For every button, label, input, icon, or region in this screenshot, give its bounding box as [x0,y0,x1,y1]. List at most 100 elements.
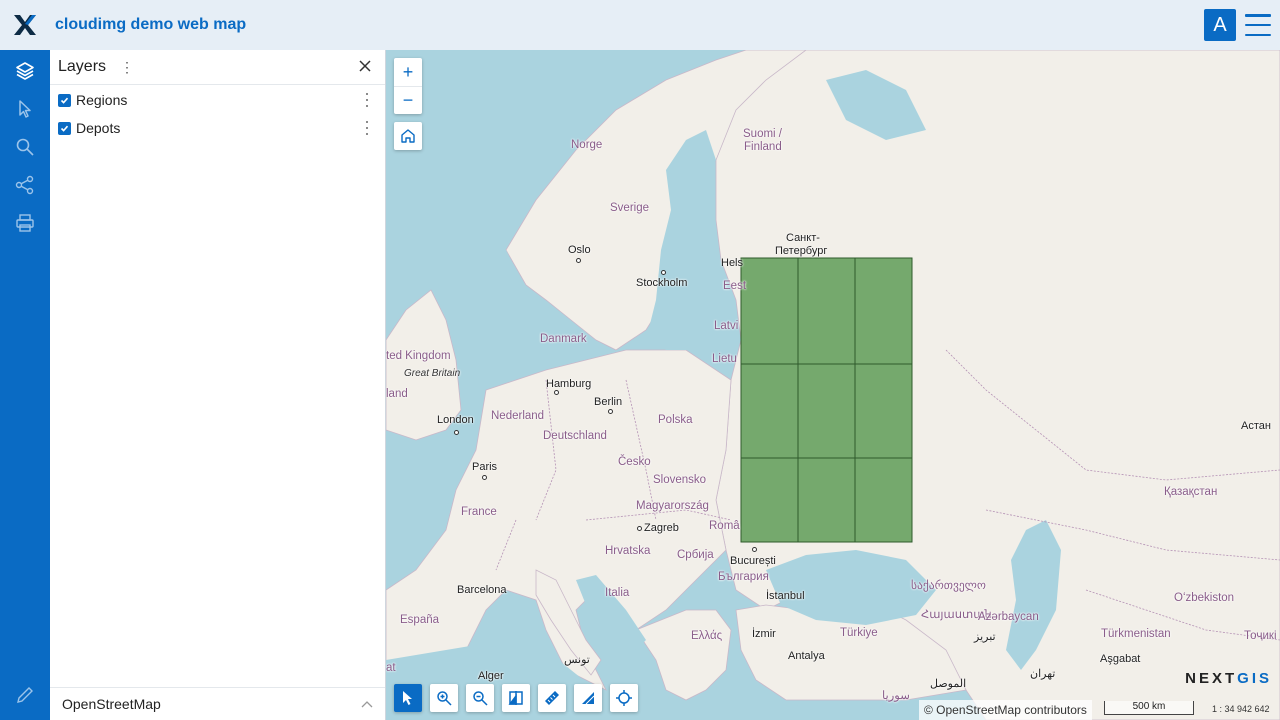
home-extent-button[interactable] [394,122,422,150]
region-cell[interactable] [797,457,856,543]
map-attribution[interactable]: © OpenStreetMap contributors [919,700,1092,720]
sidebar-item-edit[interactable] [0,676,50,714]
map-label: ted Kingdom [386,350,451,362]
map-label: Hels [721,257,744,269]
crosshair-icon [616,690,632,706]
layer-label: Depots [76,120,121,136]
sidebar-item-print[interactable] [0,204,50,242]
layer-checkbox[interactable] [58,121,71,135]
map-label: Oslo [568,244,591,256]
app-title: cloudimg demo web map [55,16,247,33]
hamburger-menu-icon[interactable] [1244,12,1272,38]
map-label: تونس [564,654,590,666]
map-label: București [730,555,776,567]
map-label: Great Britain [404,368,461,379]
panel-options-icon[interactable]: ⋮ [120,60,134,74]
map-label: France [461,506,497,518]
map-label: Hamburg [546,378,592,390]
region-cell[interactable] [854,457,913,543]
zoom-out-icon [473,691,488,706]
map-label: Sverige [610,202,649,214]
measure-area-button[interactable] [574,684,602,712]
map-label: Астан [1241,420,1271,432]
map-label: Polska [658,414,693,426]
swipe-tool-button[interactable] [502,684,530,712]
region-cell[interactable] [797,257,856,365]
region-cell[interactable] [740,363,799,459]
map-toolbar [394,684,638,712]
map-label: Barcelona [457,584,507,596]
map-label: Danmark [540,333,587,345]
layer-item-depots[interactable]: Depots [50,114,385,142]
zoom-out-button[interactable]: − [394,86,422,114]
map-label: Nederland [491,410,545,422]
basemap-selector[interactable]: OpenStreetMap [50,687,385,720]
map-label: الموصل [930,678,967,690]
map-label: Петербург [775,245,828,257]
app-header: cloudimg demo web map A [0,0,1280,50]
map-label: España [400,614,440,626]
sidebar-item-share[interactable] [0,166,50,204]
city-dot [576,258,581,263]
map-view[interactable]: Norge Sverige Suomi / Finland Санкт- Пет… [386,50,1280,720]
city-dot [482,475,487,480]
ruler-icon [545,691,559,705]
region-cell[interactable] [854,363,913,459]
map-label: Санкт- [786,232,820,244]
map-label: تبریز [974,631,996,643]
nextgis-brand: NEXTGIS [1185,670,1272,687]
pencil-icon [17,687,33,703]
map-label: Eest [723,280,747,292]
regions-layer[interactable] [740,257,913,543]
map-label: Қазақстан [1164,486,1218,498]
region-cell[interactable] [854,257,913,365]
layers-panel: Layers ⋮ Regions Depots OpenStreetMap [50,50,386,720]
zoom-out-tool-button[interactable] [466,684,494,712]
cursor-icon [19,100,31,118]
sidebar-item-layers[interactable] [0,52,50,90]
layer-checkbox[interactable] [58,93,71,107]
region-cell[interactable] [740,457,799,543]
map-label: Româ [709,520,740,532]
chevron-up-icon [361,701,373,708]
layer-options-icon[interactable] [365,121,369,135]
zoom-in-icon [437,691,452,706]
nextgis-logo[interactable] [0,0,50,50]
identify-tool-button[interactable] [394,684,422,712]
sidebar-item-identify[interactable] [0,90,50,128]
map-label: Finland [744,141,782,153]
map-label: Slovensko [653,474,707,486]
map-label: İzmir [752,628,776,640]
map-label: Magyarország [636,500,709,512]
measure-distance-button[interactable] [538,684,566,712]
search-icon [16,138,34,156]
map-label: Norge [571,139,603,151]
map-label: Hrvatska [605,545,651,557]
map-label: at [386,662,396,674]
layer-item-regions[interactable]: Regions [50,86,385,114]
layer-options-icon[interactable] [365,93,369,107]
close-icon[interactable] [357,58,373,74]
map-label: България [718,571,769,583]
map-label: Србија [677,549,714,561]
map-label: Türkmenistan [1101,628,1171,640]
zoom-in-button[interactable]: + [394,58,422,86]
map-label: Antalya [788,650,825,662]
cursor-icon [403,691,412,705]
region-cell[interactable] [797,363,856,459]
basemap-tiles [386,50,1280,720]
geolocation-button[interactable] [610,684,638,712]
sidebar-item-search[interactable] [0,128,50,166]
map-label: London [437,414,474,426]
zoom-in-tool-button[interactable] [430,684,458,712]
city-dot [661,270,666,275]
area-icon [582,692,595,705]
map-label: საქართველო [911,580,986,592]
map-label: Alger [478,670,504,682]
map-label: سوريا [882,690,910,702]
map-label: Latvi [714,320,739,332]
user-avatar[interactable]: A [1204,9,1236,41]
region-cell[interactable] [740,257,799,365]
map-label: Italia [605,587,630,599]
city-dot [554,390,559,395]
